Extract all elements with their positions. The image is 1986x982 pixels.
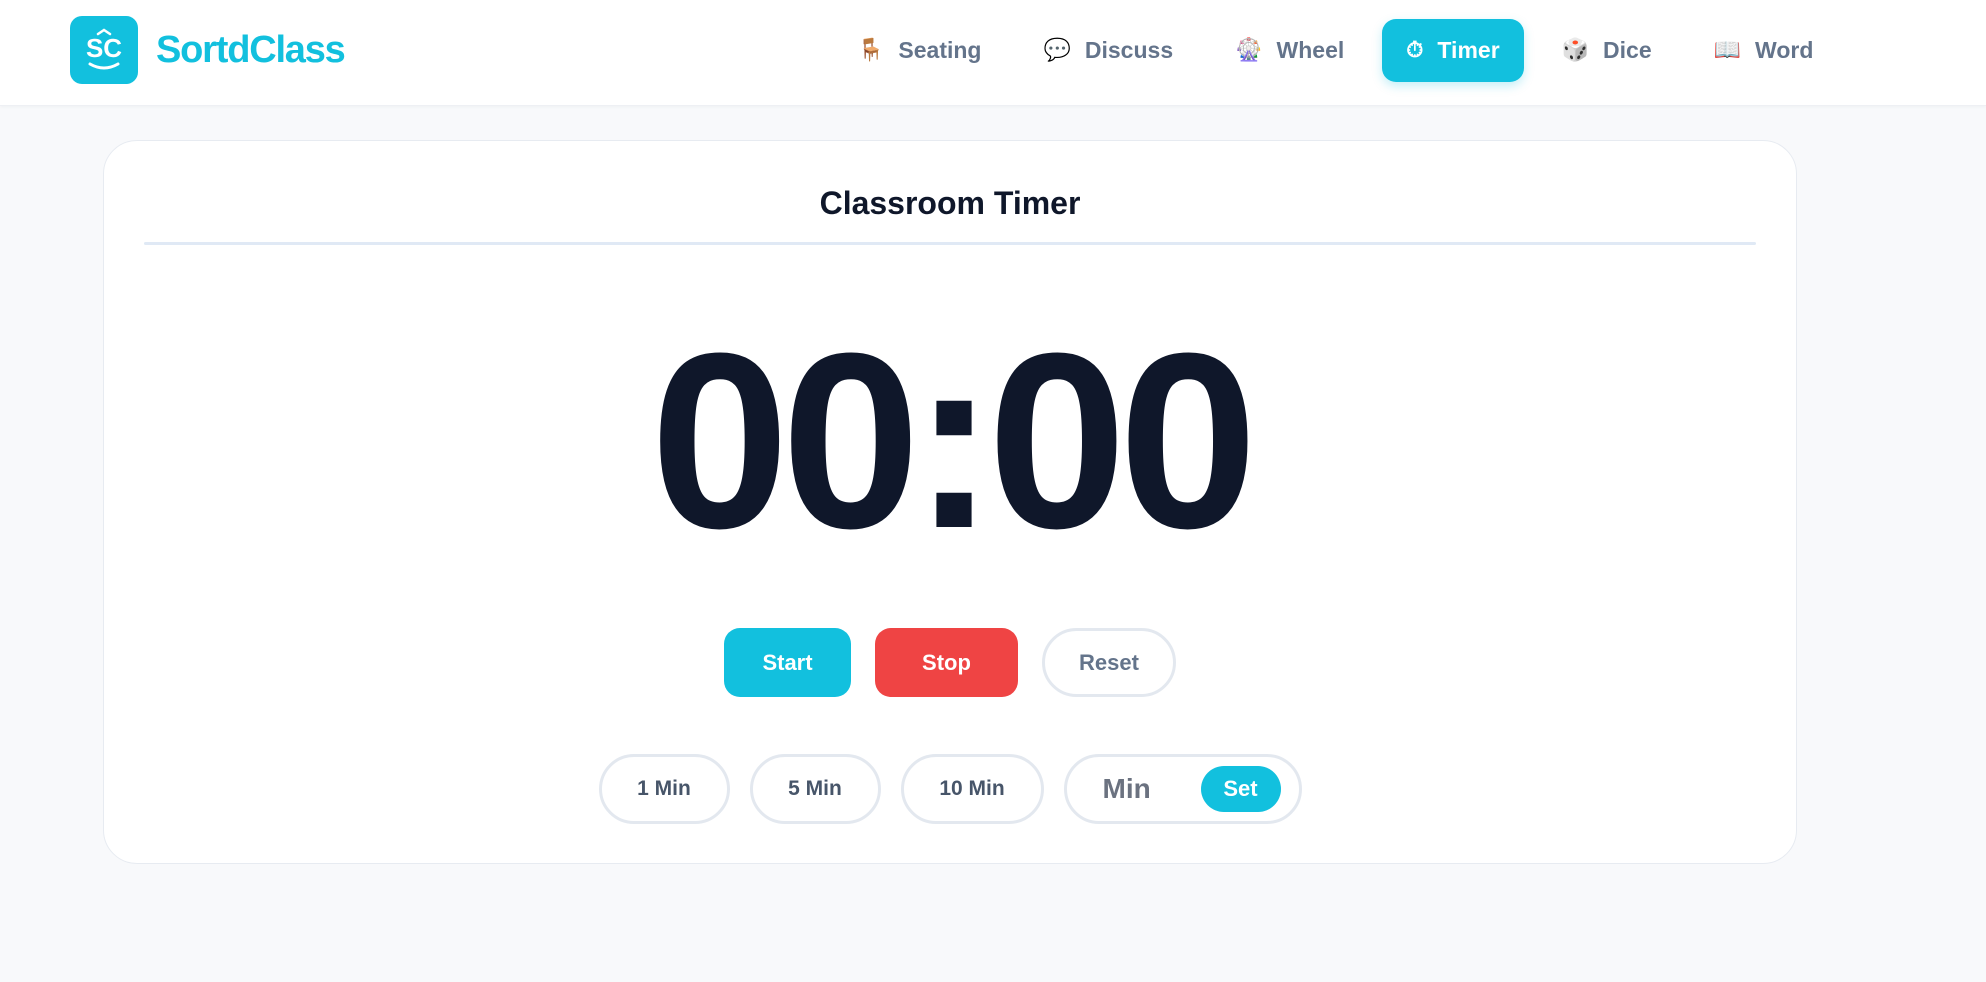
timer-card: Classroom Timer 00:00 Start Stop Reset 1… [103,140,1797,864]
reset-button[interactable]: Reset [1042,628,1176,697]
app-header: SC SortdClass 🪑 Seating 💬 Discuss 🎡 Whee… [0,0,1986,106]
custom-minutes-input[interactable] [1080,773,1201,805]
nav-item-seating[interactable]: 🪑 Seating [833,19,1005,82]
timer-display: 00:00 [650,301,1257,580]
nav-item-word[interactable]: 📖 Word [1690,19,1838,82]
chair-icon: 🪑 [857,37,885,63]
nav-item-label: Discuss [1084,37,1174,63]
nav-item-discuss[interactable]: 💬 Discuss [1019,19,1197,82]
speech-bubble-icon: 💬 [1043,37,1071,63]
stopwatch-icon: ⏱ [1406,37,1424,63]
nav-item-label: Word [1755,37,1814,63]
logo-mark-text: SC [86,33,122,63]
nav-item-label: Seating [898,37,982,63]
nav-item-label: Dice [1603,37,1652,63]
preset-5-min-button[interactable]: 5 Min [749,754,881,824]
nav-item-timer[interactable]: ⏱ Timer [1382,19,1524,82]
logo-mark-icon: SC [86,28,122,70]
preset-1-min-button[interactable]: 1 Min [598,754,730,824]
nav-item-label: Timer [1437,37,1500,63]
nav-item-wheel[interactable]: 🎡 Wheel [1211,19,1368,82]
dice-icon: 🎲 [1561,37,1590,63]
page-title: Classroom Timer [819,185,1081,221]
title-divider [144,242,1756,245]
timer-presets: 1 Min 5 Min 10 Min Set [104,754,1796,824]
ferris-wheel-icon: 🎡 [1235,37,1263,63]
book-icon: 📖 [1713,37,1742,63]
nav-item-label: Wheel [1276,37,1345,63]
set-button[interactable]: Set [1200,766,1281,812]
nav-item-dice[interactable]: 🎲 Dice [1538,19,1676,82]
brand-name[interactable]: SortdClass [156,28,346,72]
custom-minutes-group: Set [1063,754,1302,824]
preset-10-min-button[interactable]: 10 Min [900,754,1044,824]
stop-button[interactable]: Stop [875,628,1018,697]
main-nav: 🪑 Seating 💬 Discuss 🎡 Wheel ⏱ Timer 🎲 Di… [833,19,1837,82]
start-button[interactable]: Start [724,628,851,697]
sortdclass-logo-icon[interactable]: SC [70,16,138,84]
timer-controls: Start Stop Reset [104,628,1796,697]
